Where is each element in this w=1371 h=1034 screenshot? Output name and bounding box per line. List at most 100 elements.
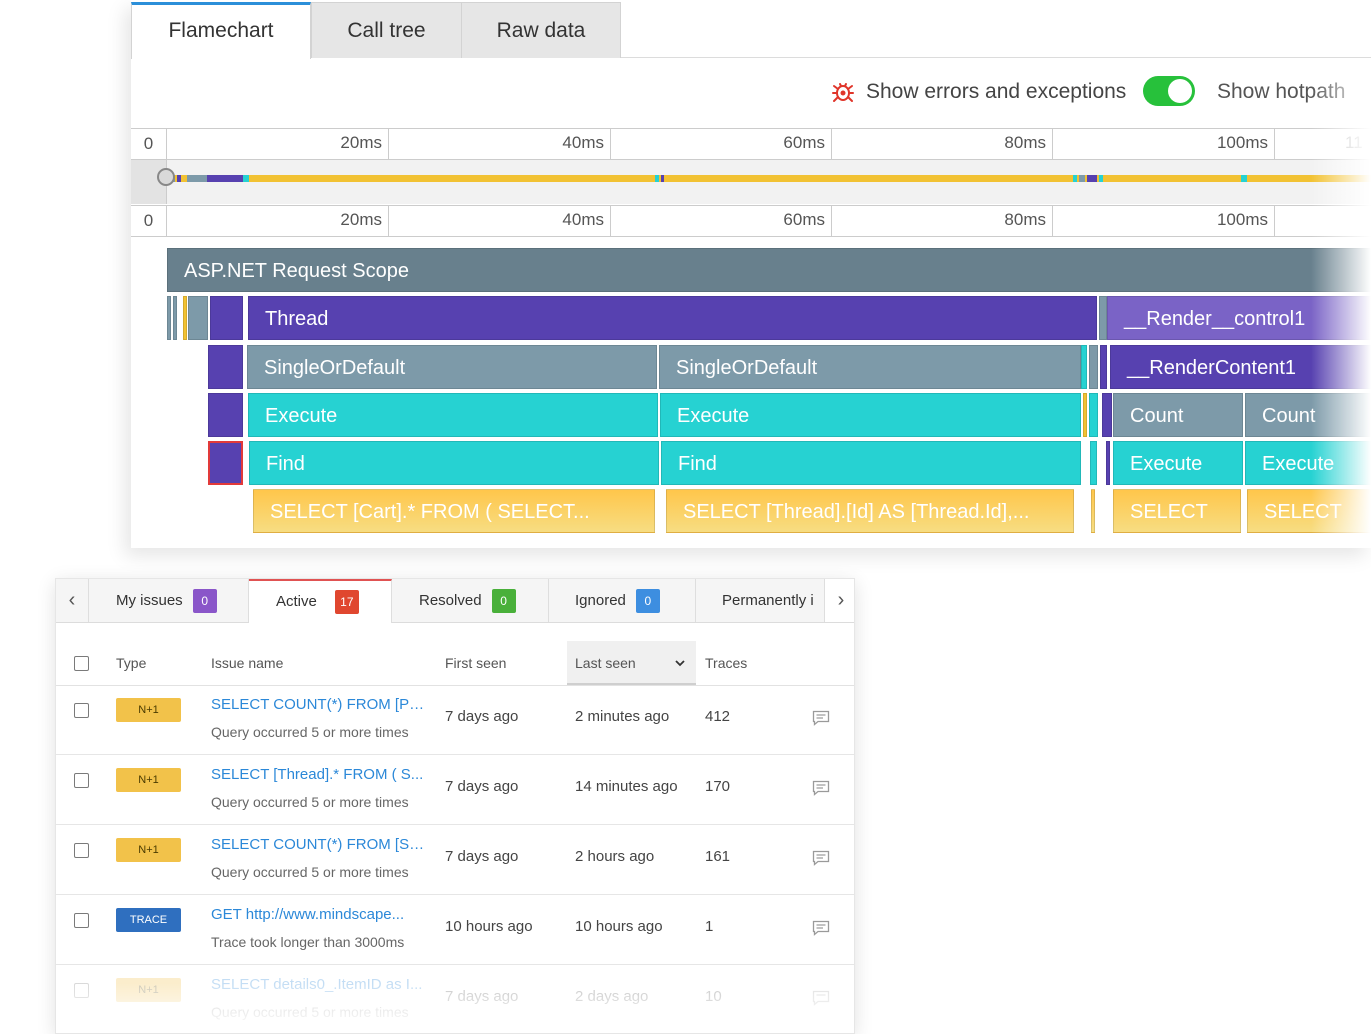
overview-track [167,175,1371,182]
traces-count: 412 [705,708,731,725]
table-row[interactable]: N+1 SELECT details0_.ItemID as I... Quer… [56,964,854,1033]
flame-block-sql-query[interactable]: SELECT [1247,489,1371,533]
column-first-seen[interactable]: First seen [445,641,506,685]
type-badge: N+1 [116,768,181,792]
tab-raw-data[interactable]: Raw data [461,2,621,58]
flame-block-selected[interactable] [208,441,243,485]
type-badge: N+1 [116,838,181,862]
row-checkbox[interactable] [74,843,89,858]
ruler-tick: 100ms [1053,129,1275,159]
flame-block-small[interactable] [1081,345,1087,389]
comment-icon[interactable] [812,990,830,1006]
flame-block-small[interactable] [1099,296,1107,340]
flame-block-count[interactable]: Count [1113,393,1243,437]
first-seen: 7 days ago [445,708,519,725]
comment-icon[interactable] [812,920,830,936]
show-errors-toggle[interactable] [1143,76,1195,106]
flame-block-small[interactable] [208,345,243,389]
flame-block-small[interactable] [1100,345,1107,389]
tab-permanently-ignored[interactable]: Permanently i [696,579,824,622]
issues-tab-bar: ‹ My issues 0 Active 17 Resolved 0 Ignored 0… [56,579,854,623]
first-seen: 7 days ago [445,778,519,795]
flame-block-single-or-default[interactable]: SingleOrDefault [659,345,1081,389]
first-seen: 10 hours ago [445,918,533,935]
first-seen: 7 days ago [445,988,519,1005]
issue-description: Trace took longer than 3000ms [211,934,405,950]
flamechart-tab-bar: Flamechart Call tree Raw data [131,0,1371,59]
ruler-tick: 40ms [389,129,611,159]
flame-block-small[interactable] [1091,489,1095,533]
tab-flamechart[interactable]: Flamechart [131,2,311,59]
column-traces[interactable]: Traces [705,641,747,685]
issue-description: Query occurred 5 or more times [211,864,409,880]
table-row[interactable]: N+1 SELECT [Thread].* FROM ( S... Query … [56,754,854,825]
tabs-scroll-left-button[interactable]: ‹ [56,579,89,622]
tab-resolved[interactable]: Resolved 0 [392,579,549,622]
table-row[interactable]: N+1 SELECT COUNT(*) FROM [Po... Query oc… [56,684,854,755]
tab-ignored[interactable]: Ignored 0 [549,579,696,622]
last-seen: 2 minutes ago [575,708,670,725]
flame-block-small[interactable] [210,296,243,340]
flame-block-thread[interactable]: Thread [248,296,1097,340]
issue-name-link[interactable]: SELECT [Thread].* FROM ( S... [211,766,426,783]
issue-name-link[interactable]: SELECT details0_.ItemID as I... [211,976,426,993]
flame-block-small[interactable] [188,296,208,340]
flame-block-small[interactable] [1102,393,1112,437]
column-type[interactable]: Type [116,641,146,685]
select-all-checkbox[interactable] [74,656,89,671]
ruler-tick: 20ms [167,129,389,159]
flame-block-render-content[interactable]: __RenderContent1 [1110,345,1371,389]
flame-block-sql-query[interactable]: SELECT [Thread].[Id] AS [Thread.Id],... [666,489,1074,533]
issue-name-link[interactable]: GET http://www.mindscape... [211,906,426,923]
column-last-seen[interactable]: Last seen [567,641,696,685]
flame-block-single-or-default[interactable]: SingleOrDefault [247,345,657,389]
row-checkbox[interactable] [74,983,89,998]
comment-icon[interactable] [812,780,830,796]
issue-name-link[interactable]: SELECT COUNT(*) FROM [Su... [211,836,426,853]
flame-block-render-control[interactable]: __Render__control1 [1107,296,1371,340]
flame-block-execute[interactable]: Execute [248,393,658,437]
flame-block-small[interactable] [1089,345,1098,389]
tab-active[interactable]: Active 17 [249,579,392,623]
traces-count: 161 [705,848,731,865]
flame-block-small[interactable] [1089,393,1098,437]
tab-call-tree[interactable]: Call tree [311,2,462,58]
flame-block-execute[interactable]: Execute [1113,441,1243,485]
flame-block-count[interactable]: Count [1245,393,1371,437]
overview-range-handle[interactable] [157,168,175,186]
flame-block-small[interactable] [167,296,171,340]
show-hotpath-label[interactable]: Show hotpath [1217,80,1345,104]
row-checkbox[interactable] [74,703,89,718]
flame-block-small[interactable] [1106,441,1110,485]
issue-name-link[interactable]: SELECT COUNT(*) FROM [Po... [211,696,426,713]
column-issue-name[interactable]: Issue name [211,641,283,685]
traces-count: 1 [705,918,714,935]
tab-my-issues[interactable]: My issues 0 [89,579,249,622]
flame-block-small[interactable] [208,393,243,437]
comment-icon[interactable] [812,710,830,726]
row-checkbox[interactable] [74,773,89,788]
ruler-tick: 100ms [1053,206,1275,236]
type-badge: N+1 [116,698,181,722]
issue-description: Query occurred 5 or more times [211,724,409,740]
flame-block-small[interactable] [1083,393,1087,437]
flamechart-options: Show errors and exceptions Show hotpath [131,72,1371,112]
flamechart-panel: Flamechart Call tree Raw data Show error… [131,0,1371,548]
timeline-overview[interactable] [131,160,1371,204]
flame-block-small[interactable] [183,296,187,340]
comment-icon[interactable] [812,850,830,866]
tabs-scroll-right-button[interactable]: › [824,579,854,622]
bug-icon [832,83,854,102]
table-row[interactable]: TRACE GET http://www.mindscape... Trace … [56,894,854,965]
flame-block-small[interactable] [173,296,177,340]
flame-block-find[interactable]: Find [661,441,1081,485]
flame-block-small[interactable] [1090,441,1097,485]
flame-block-sql-query[interactable]: SELECT [Cart].* FROM ( SELECT... [253,489,655,533]
flame-block-execute[interactable]: Execute [1245,441,1371,485]
row-checkbox[interactable] [74,913,89,928]
flame-block-request-scope[interactable]: ASP.NET Request Scope [167,248,1371,292]
flame-block-sql-query[interactable]: SELECT [1113,489,1241,533]
table-row[interactable]: N+1 SELECT COUNT(*) FROM [Su... Query oc… [56,824,854,895]
flame-block-find[interactable]: Find [249,441,659,485]
flame-block-execute[interactable]: Execute [660,393,1081,437]
